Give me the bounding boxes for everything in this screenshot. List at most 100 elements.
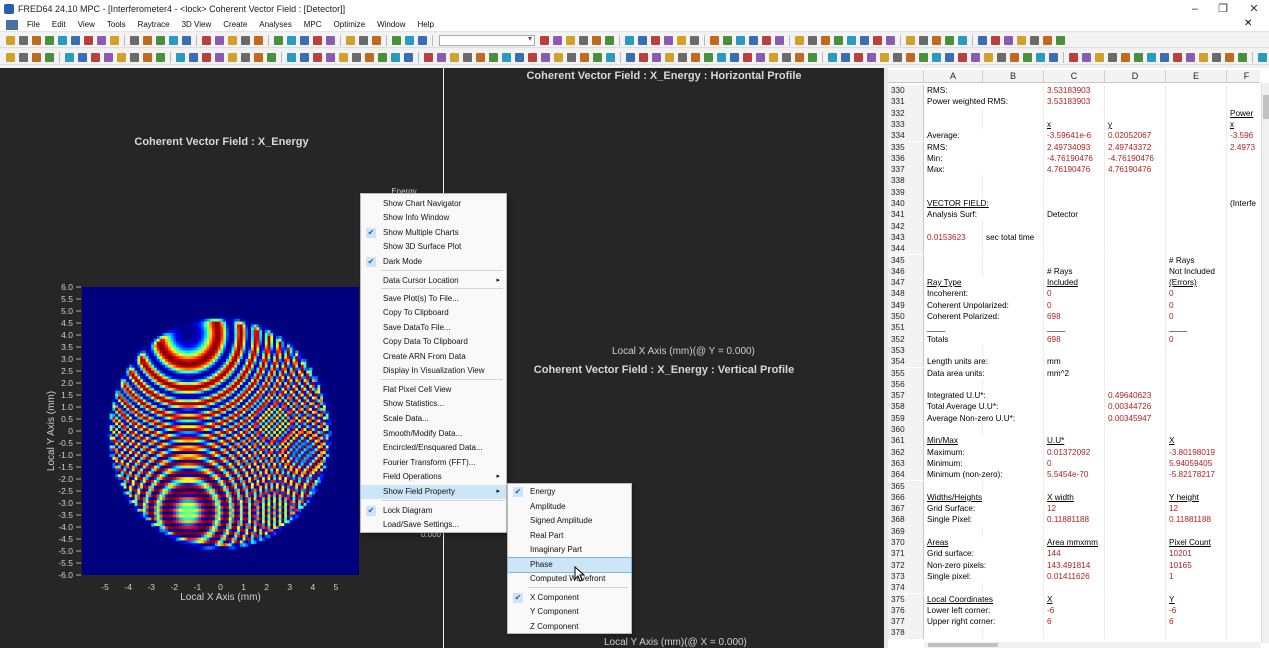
table-cell[interactable] — [1227, 605, 1260, 616]
toolbar-button-icon[interactable] — [32, 52, 41, 62]
table-cell[interactable] — [1227, 582, 1260, 593]
toolbar-button-icon[interactable] — [19, 52, 28, 62]
table-cell[interactable]: U.U* — [1044, 435, 1105, 447]
table-cell[interactable] — [1227, 334, 1260, 345]
table-cell[interactable] — [1227, 322, 1260, 333]
spreadsheet[interactable]: A B C D E F 330 RMS: 3.53183903 331 Power weighted… — [888, 68, 1260, 648]
table-cell[interactable]: 698 — [1044, 333, 1105, 345]
table-cell[interactable]: X — [1044, 593, 1105, 605]
toolbar-button-icon[interactable] — [592, 35, 601, 45]
table-cell[interactable] — [1227, 300, 1260, 311]
row-number[interactable]: 349 — [888, 299, 924, 311]
toolbar-button-icon[interactable] — [775, 35, 784, 45]
toolbar-button-icon[interactable] — [579, 35, 588, 45]
toolbar-button-icon[interactable] — [182, 35, 191, 45]
table-cell[interactable] — [1227, 594, 1260, 605]
toolbar-button-icon[interactable] — [339, 52, 348, 62]
toolbar-button-icon[interactable] — [189, 52, 198, 62]
row-number[interactable]: 362 — [888, 446, 924, 458]
toolbar-button-icon[interactable] — [919, 52, 928, 62]
table-cell[interactable] — [1105, 627, 1166, 639]
row-number[interactable]: 376 — [888, 604, 924, 617]
toolbar-button-icon[interactable] — [860, 35, 869, 45]
toolbar-button-icon[interactable] — [606, 52, 615, 62]
table-cell[interactable] — [924, 378, 983, 391]
table-cell[interactable]: Coherent Polarized: — [924, 311, 1044, 323]
table-cell[interactable]: -3.596 — [1227, 130, 1260, 141]
row-number[interactable]: 331 — [888, 96, 924, 108]
table-cell[interactable] — [983, 243, 1044, 255]
toolbar-button-icon[interactable] — [762, 35, 771, 45]
toolbar-button-icon[interactable] — [1134, 52, 1143, 62]
toolbar-button-icon[interactable] — [58, 35, 67, 45]
table-cell[interactable]: 0.01411626 — [1044, 570, 1105, 583]
row-number[interactable]: 340 — [888, 198, 924, 210]
table-cell[interactable] — [983, 582, 1044, 594]
table-cell[interactable] — [1105, 333, 1166, 345]
table-cell[interactable] — [1227, 277, 1260, 288]
submenu-item-signed-amplitude[interactable]: Signed Amplitude — [508, 514, 631, 528]
table-cell[interactable]: -6 — [1166, 604, 1227, 617]
table-cell[interactable] — [1166, 152, 1227, 165]
table-cell[interactable] — [1227, 401, 1260, 412]
table-cell[interactable] — [1044, 390, 1105, 402]
toolbar-button-icon[interactable] — [743, 52, 752, 62]
toolbar-button-icon[interactable] — [169, 35, 178, 45]
table-cell[interactable]: ____ — [1044, 322, 1105, 334]
toolbar-button-icon[interactable] — [1043, 35, 1052, 45]
table-cell[interactable] — [1105, 559, 1166, 571]
table-cell[interactable]: 0.00344726 — [1105, 401, 1166, 413]
toolbar-button-icon[interactable] — [463, 52, 472, 62]
toolbar-button-icon[interactable] — [404, 52, 413, 62]
table-cell[interactable] — [983, 424, 1044, 436]
table-cell[interactable]: Widths/Heights — [924, 491, 1044, 504]
submenu-item-z-component[interactable]: Z Component — [508, 620, 631, 634]
table-cell[interactable]: Upper right corner: — [924, 616, 1044, 628]
table-cell[interactable]: 0 — [1166, 311, 1227, 323]
toolbar-button-icon[interactable] — [1056, 35, 1065, 45]
table-cell[interactable]: -4.76190476 — [1044, 152, 1105, 165]
toolbar-button-icon[interactable] — [834, 35, 843, 45]
table-cell[interactable] — [1227, 209, 1260, 220]
toolbar-button-icon[interactable] — [110, 35, 119, 45]
table-cell[interactable] — [1105, 277, 1166, 289]
toolbar-button-icon[interactable] — [651, 35, 660, 45]
toolbar-button-icon[interactable] — [730, 52, 739, 62]
table-cell[interactable] — [1044, 186, 1105, 198]
toolbar-button-icon[interactable] — [678, 52, 687, 62]
table-cell[interactable]: 5.5454e-70 — [1044, 469, 1105, 481]
toolbar-button-icon[interactable] — [1238, 52, 1247, 62]
table-cell[interactable] — [1227, 537, 1260, 548]
table-cell[interactable] — [924, 118, 983, 131]
table-cell[interactable] — [1227, 379, 1260, 390]
menu-mpc[interactable]: MPC — [298, 20, 328, 29]
table-cell[interactable] — [1105, 514, 1166, 526]
toolbar-button-icon[interactable] — [71, 35, 80, 45]
table-cell[interactable] — [1166, 85, 1227, 97]
toolbar-button-icon[interactable] — [6, 35, 15, 45]
table-cell[interactable]: 0.00345947 — [1105, 412, 1166, 424]
table-cell[interactable] — [1105, 220, 1166, 232]
context-menu-item-show-chart-navigator[interactable]: Show Chart Navigator — [361, 197, 506, 211]
row-number[interactable]: 344 — [888, 243, 924, 255]
table-cell[interactable] — [1166, 412, 1227, 424]
table-cell[interactable]: Analysis Surf: — [924, 209, 1044, 221]
toolbar-button-icon[interactable] — [932, 52, 941, 62]
document-close-button[interactable]: ✕ — [1244, 18, 1252, 29]
toolbar-button-icon[interactable] — [437, 52, 446, 62]
table-cell[interactable] — [983, 186, 1044, 198]
toolbar-button-icon[interactable] — [566, 35, 575, 45]
menu-raytrace[interactable]: Raytrace — [132, 20, 176, 29]
toolbar-button-icon[interactable] — [405, 35, 414, 45]
toolbar-button-icon[interactable] — [1010, 52, 1019, 62]
menu-tools[interactable]: Tools — [101, 20, 132, 29]
table-cell[interactable]: 6 — [1044, 616, 1105, 628]
table-cell[interactable] — [1227, 627, 1260, 638]
table-cell[interactable]: Total Average U.U*: — [924, 401, 1044, 413]
table-cell[interactable] — [1044, 198, 1105, 210]
table-cell[interactable] — [1227, 175, 1260, 186]
table-cell[interactable] — [983, 480, 1044, 492]
table-cell[interactable]: RMS: — [924, 141, 1044, 153]
row-number[interactable]: 363 — [888, 457, 924, 470]
toolbar-button-icon[interactable] — [1030, 35, 1039, 45]
